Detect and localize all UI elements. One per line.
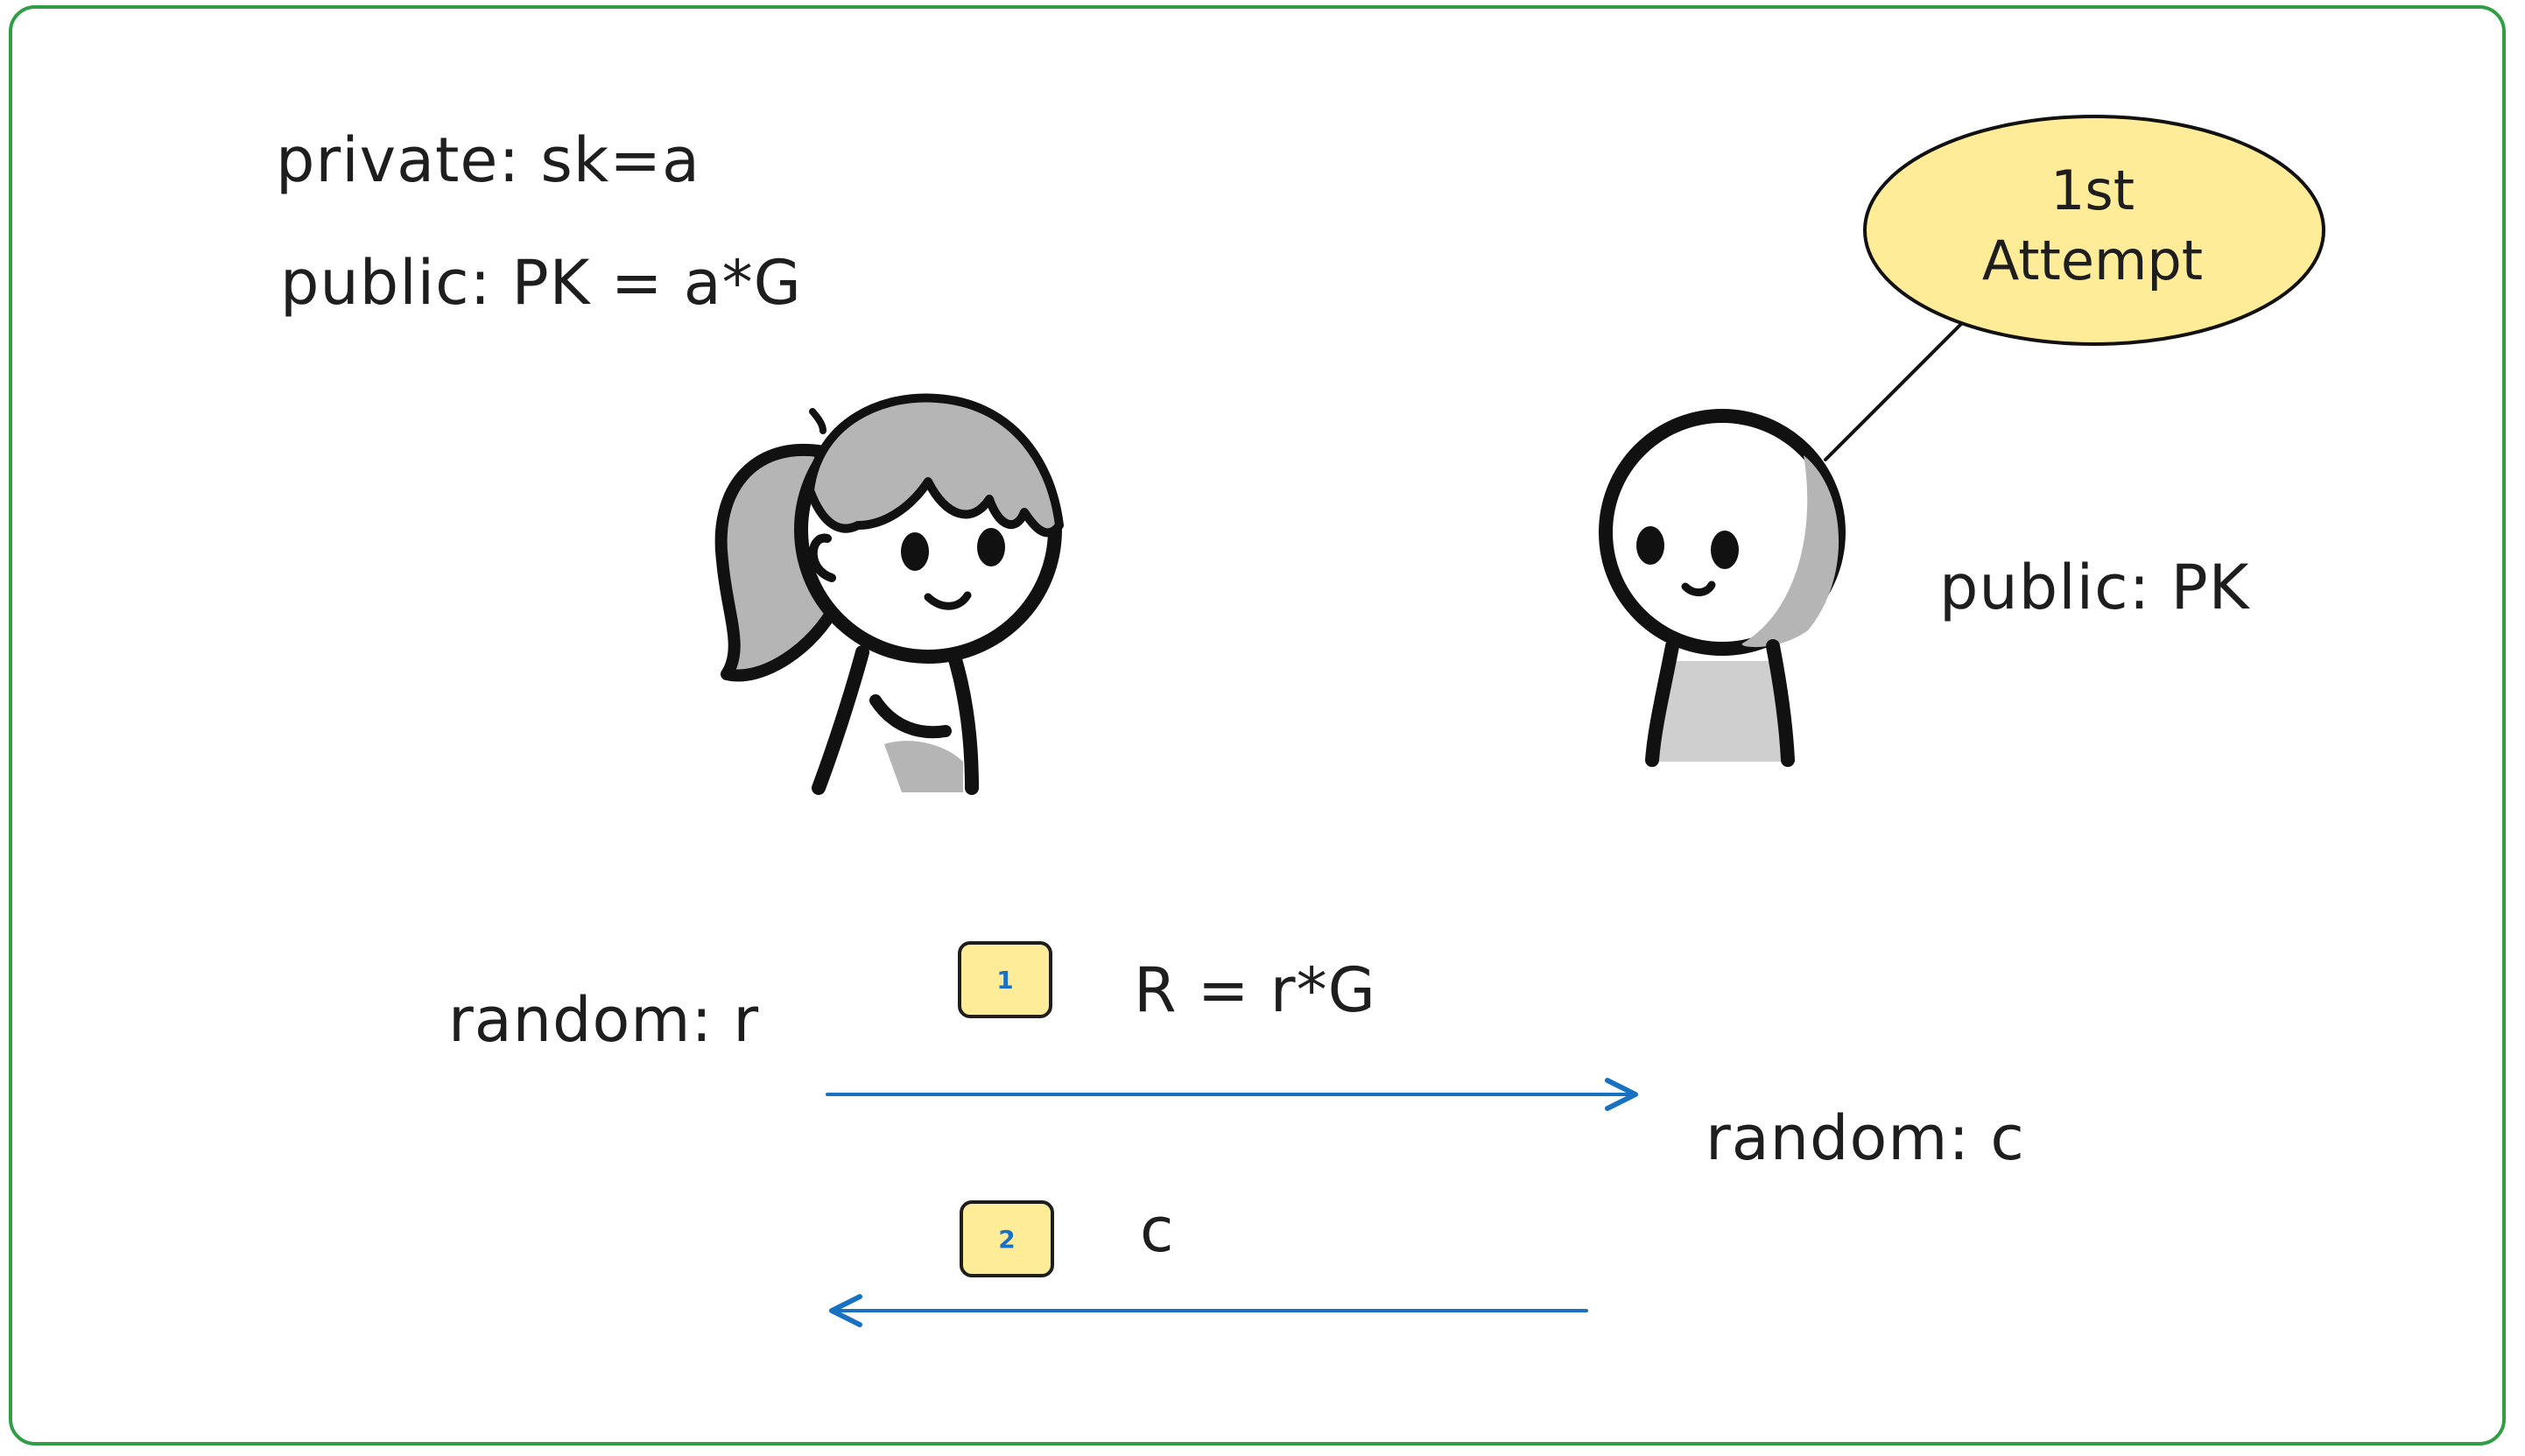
bubble-line-1: 1st: [2050, 158, 2135, 222]
step-1-badge: 1: [958, 941, 1052, 1018]
stick-figure-icon: [1599, 409, 1846, 767]
verifier-random-label: random: c: [1706, 1102, 2025, 1174]
step-2-message: c: [1140, 1194, 1175, 1266]
girl-character-icon: [714, 393, 1064, 795]
step-2-badge: 2: [960, 1200, 1054, 1277]
prover-random-label: random: r: [448, 984, 760, 1056]
step-1-message: R = r*G: [1134, 954, 1376, 1026]
verifier-public-label: public: PK: [1939, 552, 2250, 623]
bubble-line-2: Attempt: [1981, 229, 2204, 292]
speech-bubble-text: 1st Attempt: [1935, 156, 2250, 296]
